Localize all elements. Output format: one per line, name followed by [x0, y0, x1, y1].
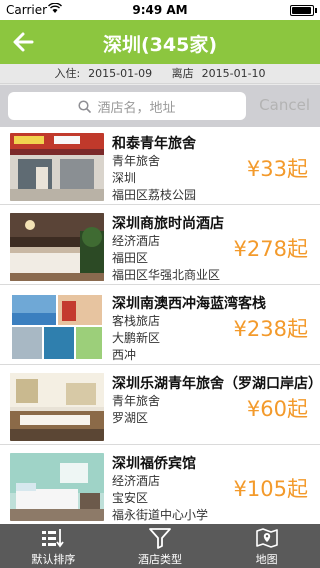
hotel-price: ¥238起	[233, 317, 308, 341]
checkout-date: 2015-01-10	[201, 67, 266, 80]
search-placeholder: 酒店名，地址	[97, 100, 176, 116]
map-icon	[255, 528, 278, 548]
tab-hotel-type[interactable]: 酒店类型	[107, 524, 214, 568]
page-title: 深圳(345家)	[102, 34, 218, 56]
sort-icon	[42, 529, 65, 548]
hotel-name: 深圳商旅时尚酒店	[112, 216, 224, 232]
hotel-row[interactable]: 深圳福侨宾馆 经济酒店 宝安区 福永街道中心小学 ¥105起	[0, 447, 320, 524]
hotel-type: 经济酒店	[112, 474, 161, 488]
hotel-name: 深圳福侨宾馆	[112, 456, 196, 472]
hotel-row[interactable]: 深圳乐湖青年旅舍（罗湖口岸店） 青年旅舍 罗湖区 ¥60起	[0, 367, 320, 445]
hotel-photo	[10, 373, 104, 441]
hotel-row[interactable]: 深圳南澳西冲海蓝湾客栈 客栈旅店 大鹏新区 西冲 ¥238起	[0, 287, 320, 365]
cancel-button[interactable]: Cancel	[259, 96, 310, 114]
hotel-price: ¥60起	[246, 397, 308, 421]
search-icon	[78, 99, 92, 113]
hotel-name: 和泰青年旅舍	[112, 136, 196, 152]
battery-tip	[315, 8, 317, 13]
hotel-list[interactable]: 和泰青年旅舍 青年旅舍 深圳 福田区荔枝公园 ¥33起 深圳商旅时尚酒店 经济酒…	[0, 127, 320, 524]
hotel-address: 西冲	[112, 348, 137, 362]
hotel-type: 经济酒店	[112, 234, 161, 248]
tab-bar: 默认排序 酒店类型 地图	[0, 524, 320, 568]
hotel-type: 青年旅舍	[112, 154, 161, 168]
tab-sort-label: 默认排序	[31, 553, 76, 566]
hotel-address: 福永街道中心小学	[112, 508, 209, 522]
hotel-type: 青年旅舍	[112, 394, 161, 408]
hotel-name: 深圳乐湖青年旅舍（罗湖口岸店）	[112, 376, 316, 392]
hotel-photo	[10, 133, 104, 201]
date-range-bar[interactable]: 入住: 2015-01-09 离店 2015-01-10	[0, 64, 320, 84]
battery-icon	[290, 5, 314, 16]
hotel-district: 福田区	[112, 251, 149, 265]
hotel-price: ¥33起	[246, 157, 308, 181]
hotel-name: 深圳南澳西冲海蓝湾客栈	[112, 296, 266, 312]
hotel-address: 福田区荔枝公园	[112, 188, 197, 202]
filter-icon	[149, 528, 171, 549]
hotel-type: 客栈旅店	[112, 314, 161, 328]
hotel-district: 宝安区	[112, 491, 149, 505]
hotel-district: 大鹏新区	[112, 331, 161, 345]
navigation-bar: 深圳(345家)	[0, 20, 320, 64]
hotel-district: 罗湖区	[112, 411, 149, 425]
status-time: 9:49 AM	[132, 3, 188, 17]
hotel-price: ¥278起	[233, 237, 308, 261]
hotel-price: ¥105起	[233, 477, 308, 501]
status-bar: Carrier 9:49 AM	[0, 0, 320, 20]
search-bar: 酒店名，地址 Cancel	[0, 85, 320, 127]
hotel-address: 福田区华强北商业区	[112, 268, 221, 282]
hotel-photo	[10, 213, 104, 281]
checkout-label: 离店	[171, 67, 194, 80]
search-input[interactable]: 酒店名，地址	[8, 92, 246, 120]
tab-hotel-type-label: 酒店类型	[138, 553, 182, 566]
tab-sort[interactable]: 默认排序	[0, 524, 107, 568]
tab-map-label: 地图	[255, 553, 278, 566]
hotel-row[interactable]: 和泰青年旅舍 青年旅舍 深圳 福田区荔枝公园 ¥33起	[0, 127, 320, 205]
tab-map[interactable]: 地图	[213, 524, 320, 568]
hotel-photo	[10, 293, 104, 361]
hotel-district: 深圳	[112, 171, 137, 185]
checkin-label: 入住:	[54, 67, 81, 80]
hotel-row[interactable]: 深圳商旅时尚酒店 经济酒店 福田区 福田区华强北商业区 ¥278起	[0, 207, 320, 285]
checkin-date: 2015-01-09	[88, 67, 153, 80]
hotel-photo	[10, 453, 104, 521]
